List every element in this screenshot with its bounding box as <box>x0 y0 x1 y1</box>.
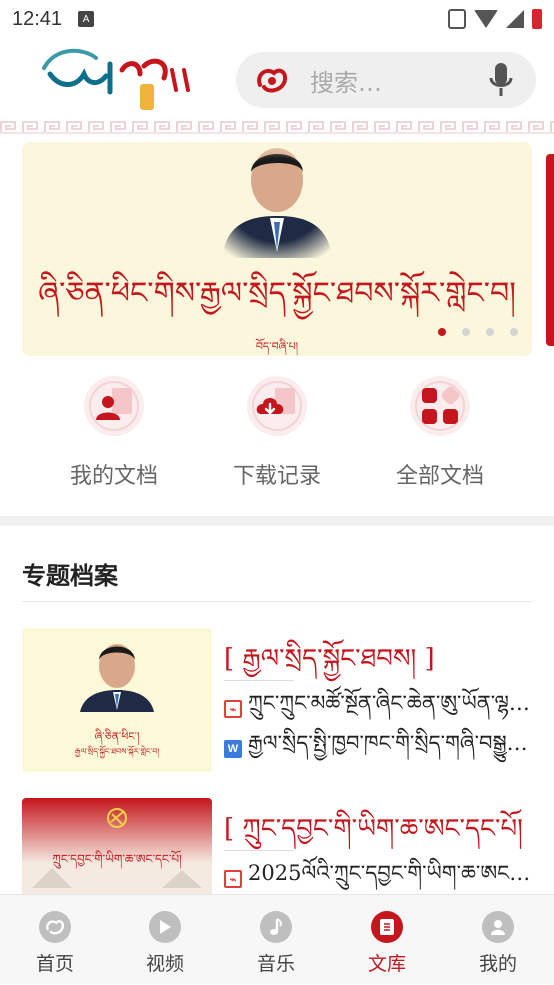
quick-action-download-history[interactable]: 下载记录 <box>197 374 357 490</box>
topic-card[interactable]: ཀྲུང་དབྱང་གི་ཡིག་ཆ་ཨང་དང་པོ། [ ཀྲུང་དབྱང… <box>22 798 532 894</box>
quick-action-label: 我的文档 <box>69 464 158 489</box>
notification-icon: A <box>78 11 95 27</box>
carousel-dot-3[interactable] <box>486 328 494 336</box>
app-mark-icon <box>257 68 287 93</box>
library-book-icon <box>371 911 403 943</box>
thumbnail-caption: ཀྲུང་དབྱང་གི་ཡིག་ཆ་ཨང་དང་པོ། <box>52 852 182 866</box>
nav-label: 音乐 <box>256 953 295 975</box>
microphone-icon[interactable] <box>488 62 514 98</box>
signal-icon <box>506 10 524 28</box>
quick-action-all-documents[interactable]: 全部文档 <box>360 374 520 490</box>
nav-item-profile[interactable]: 我的 <box>443 895 553 985</box>
vibrate-icon <box>448 9 466 29</box>
document-name: 2025ལོའི་ཀྲུང་དབྱང་གི་ཡིག་ཆ་ཨང་དང… <box>248 860 532 885</box>
document-item[interactable]: ⌁ 2025ལོའི་ཀྲུང་དབྱང་གི་ཡིག་ཆ་ཨང་དང… <box>224 861 532 892</box>
section-title: 专题档案 <box>22 562 118 590</box>
nav-item-library[interactable]: 文库 <box>332 895 442 985</box>
grid-apps-icon <box>410 376 470 436</box>
pdf-file-icon: ⌁ <box>224 870 242 888</box>
quick-action-label: 全部文档 <box>395 464 484 489</box>
wifi-icon <box>474 10 498 28</box>
nav-label: 首页 <box>35 953 74 975</box>
quick-actions: 我的文档 下载记录 全部文档 <box>0 374 554 494</box>
decorative-pattern-strip <box>0 120 554 134</box>
status-bar: 12:41 A <box>0 0 554 38</box>
thumbnail-subcaption: རྒྱལ་སྲིད་སྐྱོང་ཐབས་སྐོར་གླེང་བ། <box>74 747 160 756</box>
quick-action-label: 下载记录 <box>232 464 321 489</box>
battery-icon <box>532 9 542 29</box>
cloud-download-icon <box>247 376 307 436</box>
carousel-dot-4[interactable] <box>510 328 518 336</box>
portrait-image <box>212 142 342 258</box>
topic-card[interactable]: ཞི་ཅིན་ཕིང་། རྒྱལ་སྲིད་སྐྱོང་ཐབས་སྐོར་གླ… <box>22 628 532 774</box>
banner-subtitle: བོད་བཞི་པ། <box>255 340 299 353</box>
nav-item-music[interactable]: 音乐 <box>221 895 331 985</box>
nav-item-home[interactable]: 首页 <box>0 895 110 985</box>
word-file-icon: W <box>224 740 242 758</box>
search-input[interactable]: 搜索… <box>310 63 488 98</box>
status-icons <box>448 9 542 29</box>
bottom-navigation: 首页 视频 音乐 文库 我的 <box>0 894 554 984</box>
nav-label: 视频 <box>145 953 184 975</box>
profile-icon <box>482 911 514 943</box>
nav-label: 我的 <box>478 953 517 975</box>
app-header: 搜索… <box>0 38 554 120</box>
status-time: 12:41 <box>12 7 63 30</box>
carousel-dot-2[interactable] <box>462 328 470 336</box>
document-item[interactable]: ⌁ ཀྲུང་ཀྲུང་མཚོ་སྔོན་ཞིང་ཆེན་ཨུ་ཡོན་ལྷན་… <box>224 691 532 722</box>
search-bar[interactable]: 搜索… <box>236 52 536 108</box>
app-logo-icon[interactable] <box>40 44 200 114</box>
section-rule <box>22 601 532 602</box>
pdf-file-icon: ⌁ <box>224 700 242 718</box>
home-mark-icon <box>39 911 71 943</box>
carousel-indicator <box>438 328 518 336</box>
document-item[interactable]: W རྒྱལ་སྲིད་སྤྱི་ཁྱབ་ཁང་གི་སྲིད་གཞི་བསྒྱ… <box>224 731 532 762</box>
music-note-icon <box>260 911 292 943</box>
banner-carousel[interactable]: ཞི་ཅིན་ཕིང་གིས་རྒྱལ་སྲིད་སྐྱོང་ཐབས་སྐོར་… <box>22 142 532 356</box>
document-name: རྒྱལ་སྲིད་སྤྱི་ཁྱབ་ཁང་གི་སྲིད་གཞི་བསྒྱུར… <box>248 730 532 755</box>
carousel-dot-1[interactable] <box>438 328 446 336</box>
nav-label: 文库 <box>367 953 406 975</box>
topic-thumbnail[interactable]: ཞི་ཅིན་ཕིང་། རྒྱལ་སྲིད་སྐྱོང་ཐབས་སྐོར་གླ… <box>22 628 212 772</box>
topic-thumbnail[interactable]: ཀྲུང་དབྱང་གི་ཡིག་ཆ་ཨང་དང་པོ། <box>22 798 212 894</box>
nav-item-video[interactable]: 视频 <box>110 895 220 985</box>
person-document-icon <box>84 376 144 436</box>
banner-next-slide-peek <box>546 154 554 346</box>
section-divider <box>0 516 554 526</box>
quick-action-my-documents[interactable]: 我的文档 <box>34 374 194 490</box>
play-icon <box>149 911 181 943</box>
